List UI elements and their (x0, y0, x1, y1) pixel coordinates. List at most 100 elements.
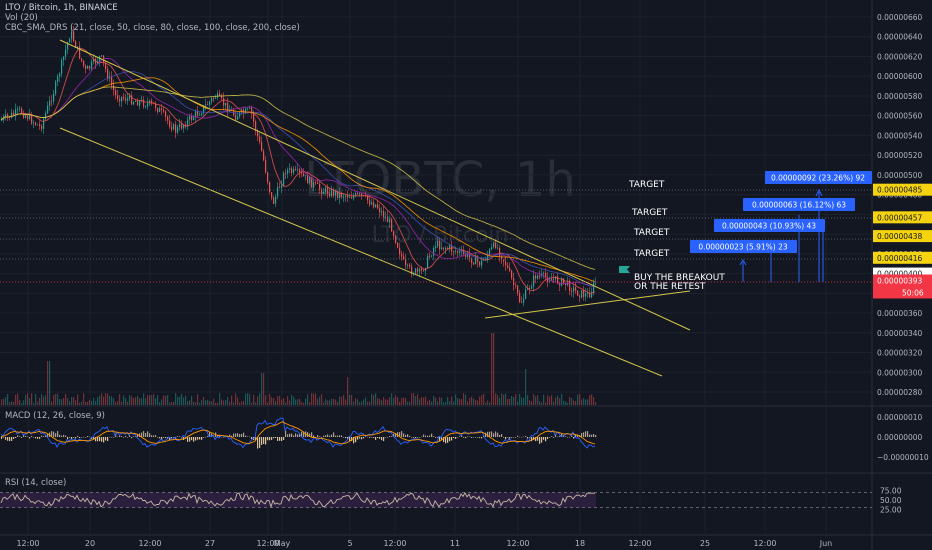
ma-legend[interactable]: CBC_SMA_DRS (21, close, 50, close, 80, c… (5, 23, 300, 33)
candle-body (585, 293, 587, 297)
candle-body (33, 122, 35, 124)
volume-bar (575, 400, 577, 405)
candle-body (403, 256, 405, 260)
candle-body (335, 191, 337, 196)
macd-histogram-bar (501, 434, 503, 437)
macd-histogram-bar (459, 436, 461, 437)
time-tick-label: 12:00 (16, 539, 39, 548)
volume-bar (69, 401, 71, 405)
volume-bar (435, 397, 437, 405)
volume-bar (549, 396, 551, 405)
macd-histogram-bar (271, 437, 273, 440)
rsi-legend[interactable]: RSI (14, close) (5, 478, 66, 488)
candle-body (247, 108, 249, 110)
volume-bar (323, 402, 325, 405)
candle-body (275, 196, 277, 204)
volume-bar (301, 401, 303, 405)
candle-body (537, 275, 539, 279)
macd-histogram-bar (375, 437, 377, 440)
volume-bar (203, 397, 205, 405)
volume-bar (387, 399, 389, 405)
candle-body (329, 193, 331, 197)
volume-bar (199, 402, 201, 405)
macd-histogram-bar (249, 436, 251, 438)
candle-body (211, 98, 213, 102)
macd-histogram-bar (3, 437, 5, 438)
time-tick-label: 12:00 (138, 539, 161, 548)
volume-bar (37, 401, 39, 405)
candle-body (267, 172, 269, 182)
macd-histogram-bar (241, 433, 243, 437)
macd-histogram-bar (471, 437, 473, 438)
volume-bar (449, 401, 451, 405)
candle-body (441, 247, 443, 250)
target-label[interactable]: TARGET (631, 208, 668, 218)
candle-body (253, 113, 255, 122)
macd-histogram-bar (223, 437, 225, 438)
target-label[interactable]: TARGET (633, 249, 670, 259)
macd-histogram-bar (243, 432, 245, 437)
volume-bar (531, 401, 533, 405)
volume-bar (335, 399, 337, 405)
macd-histogram-bar (277, 437, 279, 441)
macd-histogram-bar (25, 435, 27, 437)
candle-body (371, 202, 373, 205)
macd-histogram-bar (345, 437, 347, 439)
candle-body (209, 101, 211, 105)
candle-body (47, 105, 49, 114)
macd-histogram-bar (103, 437, 105, 443)
price-tick-label: 0.00000300 (877, 368, 923, 377)
macd-histogram-bar (203, 437, 205, 438)
candle-body (189, 116, 191, 120)
time-tick-label: 18 (575, 539, 585, 548)
chart-canvas[interactable]: LTOBTC, 1h LTO / Bitcoin 0.000006600.000… (0, 0, 932, 550)
candle-body (513, 278, 515, 285)
candle-body (45, 113, 47, 120)
macd-histogram-bar (327, 434, 329, 437)
time-tick-label: 11 (450, 539, 460, 548)
volume-bar (191, 396, 193, 405)
volume-bar (51, 401, 53, 405)
buy-retest-text[interactable]: OR THE RETEST (634, 282, 706, 292)
macd-legend[interactable]: MACD (12, 26, close, 9) (5, 411, 105, 421)
candle-body (61, 59, 63, 74)
candle-body (315, 182, 317, 183)
macd-histogram-bar (279, 437, 281, 441)
candle-body (281, 184, 283, 188)
macd-histogram-bar (413, 437, 415, 438)
candle-body (117, 95, 119, 100)
macd-histogram-bar (293, 435, 295, 437)
volume-bar (217, 402, 219, 405)
candle-body (349, 197, 351, 198)
macd-histogram-bar (415, 437, 417, 438)
volume-bar (211, 401, 213, 405)
volume-bar (169, 402, 171, 405)
candle-body (279, 186, 281, 188)
macd-histogram-bar (491, 431, 493, 437)
macd-histogram-bar (457, 437, 459, 438)
symbol-legend[interactable]: LTO / Bitcoin, 1h, BINANCE (5, 3, 118, 13)
macd-histogram-bar (221, 436, 223, 438)
volume-bar (171, 401, 173, 405)
candle-body (163, 109, 165, 112)
macd-histogram-bar (73, 437, 75, 438)
target-label[interactable]: TARGET (628, 180, 665, 190)
volume-bar (567, 402, 569, 405)
volume-bar (123, 395, 125, 405)
volume-bar (407, 401, 409, 405)
macd-histogram-bar (507, 437, 509, 438)
target-label[interactable]: TARGET (633, 228, 670, 238)
volume-bar (325, 399, 327, 405)
macd-histogram-bar (155, 435, 157, 437)
volume-bar (487, 400, 489, 405)
volume-legend[interactable]: Vol (20) (5, 13, 38, 23)
macd-histogram-bar (285, 430, 287, 437)
macd-histogram-bar (499, 434, 501, 437)
candle-body (421, 268, 423, 271)
candle-body (471, 257, 473, 263)
volume-bar (195, 402, 197, 405)
volume-bar (153, 394, 155, 405)
macd-histogram-bar (521, 436, 523, 438)
volume-bar (237, 397, 239, 405)
candle-body (379, 208, 381, 213)
